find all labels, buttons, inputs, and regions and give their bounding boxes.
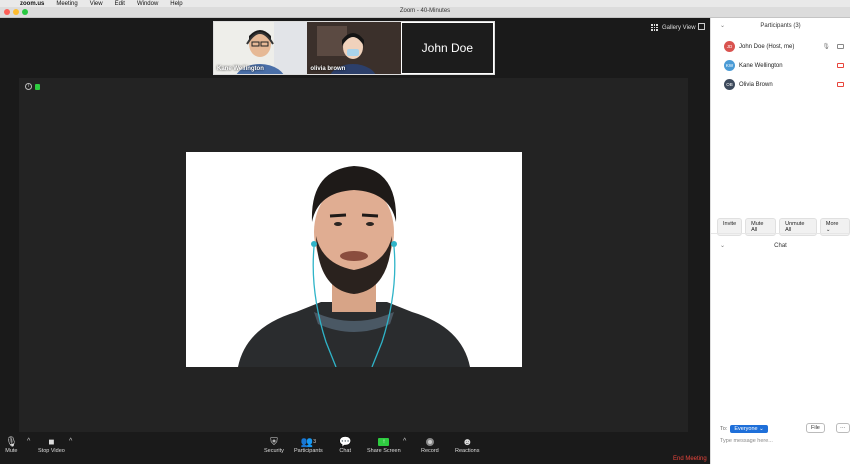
gallery-view-button[interactable]: Gallery View <box>651 24 696 31</box>
participants-label: Participants <box>294 448 323 454</box>
video-tile-olivia[interactable]: olivia brown <box>307 22 401 74</box>
speaker-figure <box>186 152 522 367</box>
window-title-bar: Zoom - 40-Minutes <box>0 7 850 18</box>
gallery-view-label: Gallery View <box>662 24 696 31</box>
info-icon[interactable]: i <box>25 83 32 90</box>
avatar: KW <box>724 60 735 71</box>
menu-view[interactable]: View <box>90 1 103 7</box>
window-title: Zoom - 40-Minutes <box>399 8 451 14</box>
video-camera-icon[interactable] <box>837 44 844 49</box>
video-off-icon[interactable] <box>837 82 844 87</box>
tile-name-john: John Doe <box>421 41 474 55</box>
panel-divider <box>711 233 850 234</box>
avatar: OB <box>724 79 735 90</box>
chat-recipient: To: Everyone ⌄ <box>720 425 768 433</box>
stop-video-button[interactable]: ■ Stop Video <box>38 436 65 455</box>
microphone-icon: 🎙 <box>5 436 18 448</box>
audio-options-chevron-icon[interactable]: ^ <box>27 438 30 445</box>
menu-edit[interactable]: Edit <box>115 1 125 7</box>
to-label: To: <box>720 426 728 432</box>
chat-message-input[interactable]: Type message here... <box>720 438 773 444</box>
grid-icon <box>651 24 658 31</box>
video-tile-kane[interactable]: Kane Wellington <box>214 22 308 74</box>
share-screen-label: Share Screen <box>367 448 401 454</box>
participants-button[interactable]: 👥 3 Participants <box>294 436 323 455</box>
chat-panel-title: Chat <box>774 243 787 249</box>
file-button[interactable]: File <box>806 423 825 433</box>
participant-name: Kane Wellington <box>739 62 783 69</box>
menu-help[interactable]: Help <box>170 1 182 7</box>
meeting-toolbar: 🎙 Mute ^ ■ Stop Video ^ ⛨ Security 👥 3 Pa… <box>0 432 710 464</box>
side-panel: ⌄ Participants (3) JD John Doe (Host, me… <box>710 18 850 464</box>
chat-more-button[interactable]: ··· <box>836 423 850 433</box>
chat-button[interactable]: 💬 Chat <box>339 436 352 455</box>
reactions-label: Reactions <box>455 448 480 454</box>
video-camera-icon: ■ <box>48 436 55 448</box>
tile-name-olivia: olivia brown <box>310 66 346 72</box>
fullscreen-icon[interactable] <box>698 23 705 30</box>
share-screen-button[interactable]: ↑ Share Screen <box>367 436 401 454</box>
shield-icon: ⛨ <box>270 436 278 448</box>
gallery-strip: Kane Wellington olivia brown John Doe <box>213 21 495 75</box>
mac-menu-bar: zoom.us Meeting View Edit Window Help <box>0 0 850 7</box>
participant-row-kane[interactable]: KW Kane Wellington <box>724 60 848 71</box>
participants-panel-title: Participants (3) <box>760 23 801 29</box>
security-button[interactable]: ⛨ Security <box>264 436 284 455</box>
record-icon <box>425 438 434 446</box>
reactions-button[interactable]: ☻ Reactions <box>455 436 480 455</box>
active-speaker-stage: i <box>19 78 688 450</box>
recipient-select[interactable]: Everyone ⌄ <box>730 425 768 433</box>
active-speaker-video <box>186 152 522 367</box>
menu-window[interactable]: Window <box>137 1 158 7</box>
security-label: Security <box>264 448 284 454</box>
encryption-lock-icon[interactable] <box>35 84 40 90</box>
chat-label: Chat <box>339 448 352 454</box>
video-options-chevron-icon[interactable]: ^ <box>69 438 72 445</box>
participant-name: John Doe (Host, me) <box>739 43 795 50</box>
end-meeting-button[interactable]: End Meeting <box>673 456 707 462</box>
chat-bubble-icon: 💬 <box>339 436 352 448</box>
participant-row-olivia[interactable]: OB Olivia Brown <box>724 79 848 90</box>
video-off-icon[interactable] <box>837 63 844 68</box>
share-screen-icon: ↑ <box>378 438 390 446</box>
meeting-area: Kane Wellington olivia brown John Doe Ga… <box>0 18 710 464</box>
meeting-info: i <box>25 83 40 90</box>
mute-label: Mute <box>5 448 18 454</box>
menu-app-name[interactable]: zoom.us <box>20 1 44 7</box>
microphone-icon[interactable]: 🎙 <box>822 43 830 50</box>
participant-name: Olivia Brown <box>739 81 773 88</box>
record-label: Record <box>421 448 439 454</box>
reactions-icon: ☻ <box>461 436 473 448</box>
stop-video-label: Stop Video <box>38 448 65 454</box>
menu-meeting[interactable]: Meeting <box>56 1 77 7</box>
avatar: JD <box>724 41 735 52</box>
participants-count-badge: 3 <box>313 439 316 445</box>
share-options-chevron-icon[interactable]: ^ <box>403 438 406 445</box>
tile-name-kane: Kane Wellington <box>217 66 264 72</box>
participants-icon: 👥 3 <box>300 436 316 448</box>
participant-row-john[interactable]: JD John Doe (Host, me) 🎙 <box>724 41 848 52</box>
mute-button[interactable]: 🎙 Mute <box>5 436 18 455</box>
record-button[interactable]: Record <box>421 436 439 454</box>
video-tile-john[interactable]: John Doe <box>400 22 494 74</box>
